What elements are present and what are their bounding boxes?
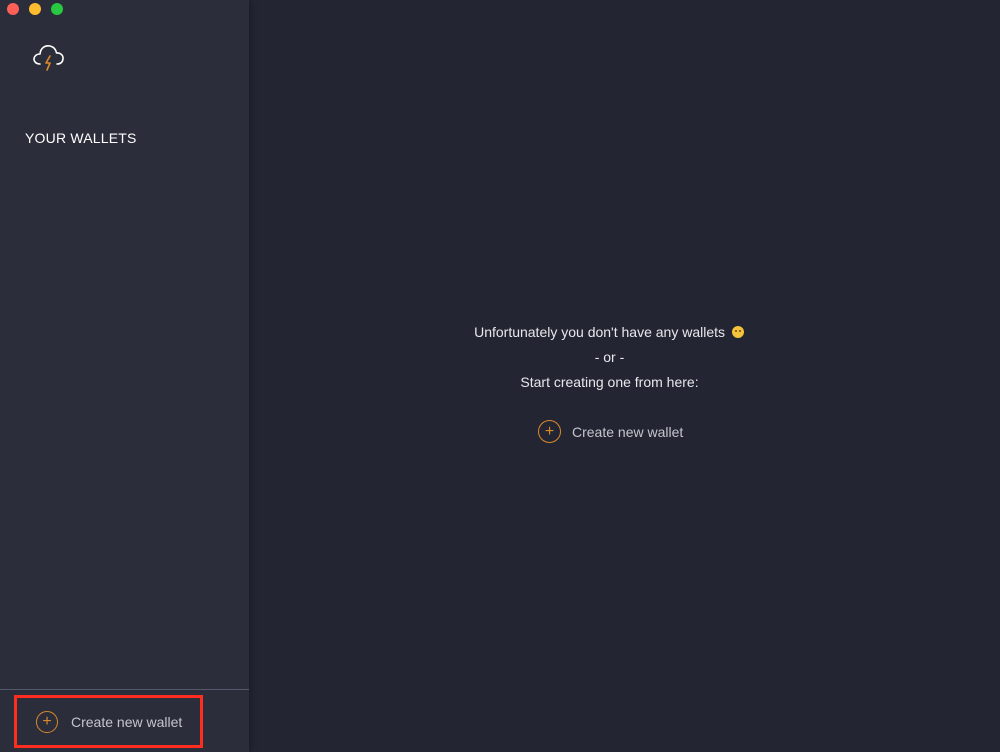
empty-state: Unfortunately you don't have any wallets… <box>249 0 1000 752</box>
start-creating-text: Start creating one from here: <box>520 374 699 390</box>
no-wallets-text: Unfortunately you don't have any wallets <box>474 324 726 340</box>
plus-circle-icon: + <box>538 420 561 443</box>
maximize-window-button[interactable] <box>51 3 63 15</box>
sad-face-emoji-icon <box>731 326 744 338</box>
main-create-wallet-button[interactable]: + Create new wallet <box>538 420 683 443</box>
window-controls <box>7 3 63 15</box>
create-wallet-label: Create new wallet <box>572 423 684 440</box>
your-wallets-heading: YOUR WALLETS <box>25 130 137 146</box>
sidebar: YOUR WALLETS + Create new wallet <box>0 0 249 752</box>
cloud-lightning-icon <box>31 40 67 76</box>
close-window-button[interactable] <box>7 3 19 15</box>
or-separator: - or - <box>594 349 625 365</box>
sidebar-create-wallet-button[interactable]: + Create new wallet <box>14 695 203 748</box>
minimize-window-button[interactable] <box>29 3 41 15</box>
no-wallets-message: Unfortunately you don't have any wallets <box>249 324 969 340</box>
app-window: YOUR WALLETS + Create new wallet Unfortu… <box>0 0 1000 752</box>
create-wallet-label: Create new wallet <box>71 713 183 730</box>
plus-circle-icon: + <box>36 710 58 733</box>
sidebar-divider <box>0 689 249 690</box>
